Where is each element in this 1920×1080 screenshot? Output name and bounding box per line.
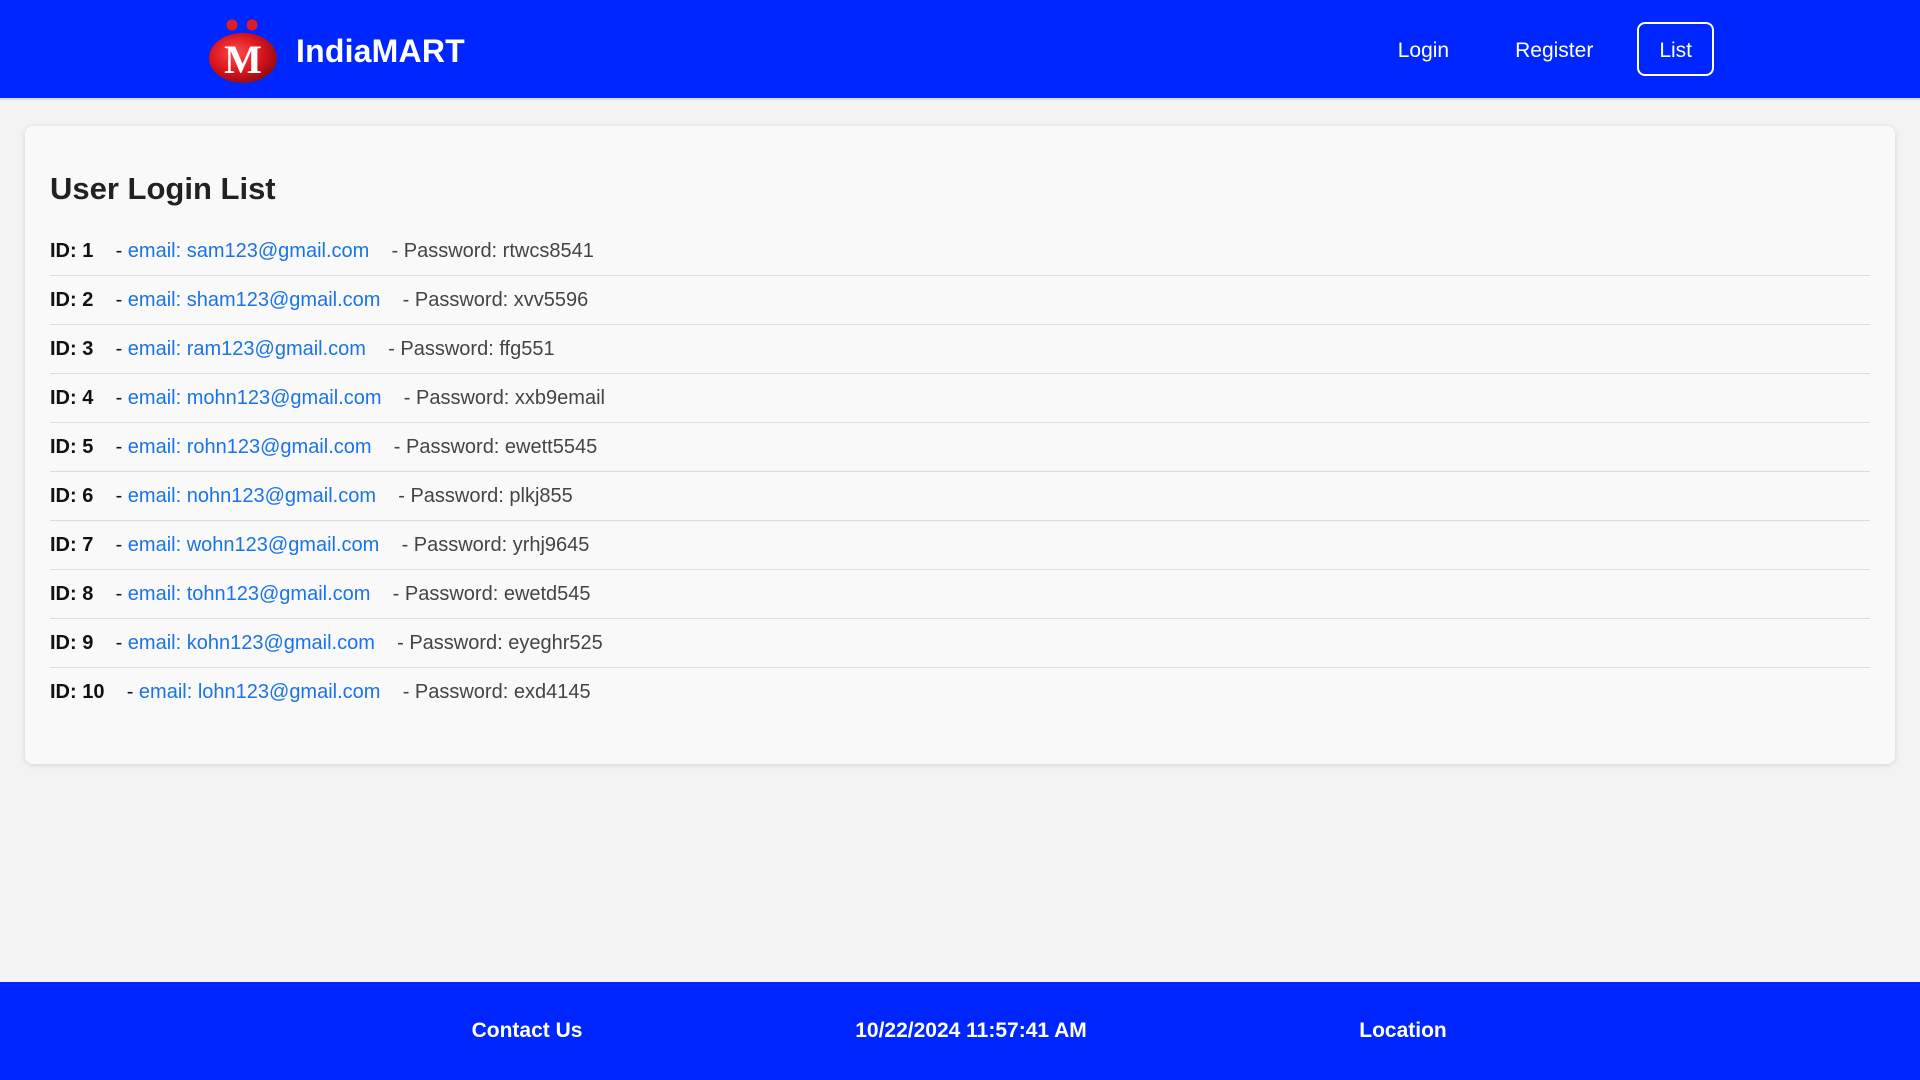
user-row: ID: 1 - email: sam123@gmail.com - Passwo… xyxy=(50,227,1870,276)
user-id: ID: 6 xyxy=(50,484,94,507)
page-title: User Login List xyxy=(50,171,276,206)
user-id: ID: 8 xyxy=(50,582,94,605)
nav-list-link[interactable]: List xyxy=(1637,22,1714,76)
footer-datetime: 10/22/2024 11:57:41 AM xyxy=(855,1019,1087,1042)
brand-name: IndiaMART xyxy=(296,32,465,69)
user-email-link[interactable]: email: sham123@gmail.com xyxy=(128,289,381,312)
user-id: ID: 5 xyxy=(50,435,94,458)
contact-us-link[interactable]: Contact Us xyxy=(472,982,583,1080)
separator: - xyxy=(93,288,128,311)
user-id: ID: 4 xyxy=(50,386,94,409)
user-password: - Password: xxb9email xyxy=(403,386,605,409)
brand[interactable]: M IndiaMART xyxy=(208,18,465,84)
nav-login-link[interactable]: Login xyxy=(1376,22,1471,76)
user-email-link[interactable]: email: ram123@gmail.com xyxy=(128,338,366,361)
separator: - xyxy=(93,582,128,605)
user-email-link[interactable]: email: tohn123@gmail.com xyxy=(128,583,371,606)
user-email-link[interactable]: email: lohn123@gmail.com xyxy=(139,681,381,704)
user-id: ID: 1 xyxy=(50,239,94,262)
separator: - xyxy=(93,484,128,507)
user-email-link[interactable]: email: kohn123@gmail.com xyxy=(128,632,375,655)
user-list-card: User Login List ID: 1 - email: sam123@gm… xyxy=(25,126,1895,764)
separator: - xyxy=(93,533,128,556)
user-password: - Password: rtwcs8541 xyxy=(391,239,594,262)
user-password: - Password: plkj855 xyxy=(398,484,573,507)
user-id: ID: 3 xyxy=(50,337,94,360)
user-email-link[interactable]: email: mohn123@gmail.com xyxy=(128,387,382,410)
separator: - xyxy=(93,337,128,360)
user-row: ID: 4 - email: mohn123@gmail.com - Passw… xyxy=(50,374,1870,423)
separator: - xyxy=(93,239,128,262)
separator: - xyxy=(93,386,128,409)
location-link[interactable]: Location xyxy=(1359,982,1447,1080)
user-id: ID: 9 xyxy=(50,631,94,654)
user-password: - Password: xvv5596 xyxy=(402,288,589,311)
nav-register-link[interactable]: Register xyxy=(1493,22,1615,76)
footer: Contact Us 10/22/2024 11:57:41 AM Locati… xyxy=(0,982,1920,1080)
separator: - xyxy=(93,435,128,458)
nav-menu: Login Register List xyxy=(1354,22,1714,76)
user-email-link[interactable]: email: nohn123@gmail.com xyxy=(128,485,376,508)
user-list: ID: 1 - email: sam123@gmail.com - Passwo… xyxy=(50,227,1870,717)
user-row: ID: 9 - email: kohn123@gmail.com - Passw… xyxy=(50,619,1870,668)
top-navbar: M IndiaMART Login Register List xyxy=(0,0,1920,100)
user-password: - Password: ewetd545 xyxy=(392,582,591,605)
user-row: ID: 8 - email: tohn123@gmail.com - Passw… xyxy=(50,570,1870,619)
user-password: - Password: ewett5545 xyxy=(393,435,598,458)
user-row: ID: 7 - email: wohn123@gmail.com - Passw… xyxy=(50,521,1870,570)
user-id: ID: 7 xyxy=(50,533,94,556)
separator: - xyxy=(93,631,128,654)
user-row: ID: 6 - email: nohn123@gmail.com - Passw… xyxy=(50,472,1870,521)
user-password: - Password: eyeghr525 xyxy=(397,631,603,654)
user-row: ID: 3 - email: ram123@gmail.com - Passwo… xyxy=(50,325,1870,374)
separator: - xyxy=(104,681,139,703)
user-password: - Password: yrhj9645 xyxy=(401,533,590,556)
user-email-link[interactable]: email: rohn123@gmail.com xyxy=(128,436,372,459)
user-id: ID: 2 xyxy=(50,288,94,311)
user-email-link[interactable]: email: wohn123@gmail.com xyxy=(128,534,380,557)
user-password: - Password: exd4145 xyxy=(402,681,591,703)
svg-text:M: M xyxy=(224,37,262,82)
user-password: - Password: ffg551 xyxy=(388,337,555,360)
indiamart-logo-icon: M xyxy=(209,19,277,83)
user-row: ID: 10 - email: lohn123@gmail.com - Pass… xyxy=(50,668,1870,717)
user-row: ID: 5 - email: rohn123@gmail.com - Passw… xyxy=(50,423,1870,472)
user-email-link[interactable]: email: sam123@gmail.com xyxy=(128,240,370,263)
user-row: ID: 2 - email: sham123@gmail.com - Passw… xyxy=(50,276,1870,325)
user-id: ID: 10 xyxy=(50,681,105,703)
